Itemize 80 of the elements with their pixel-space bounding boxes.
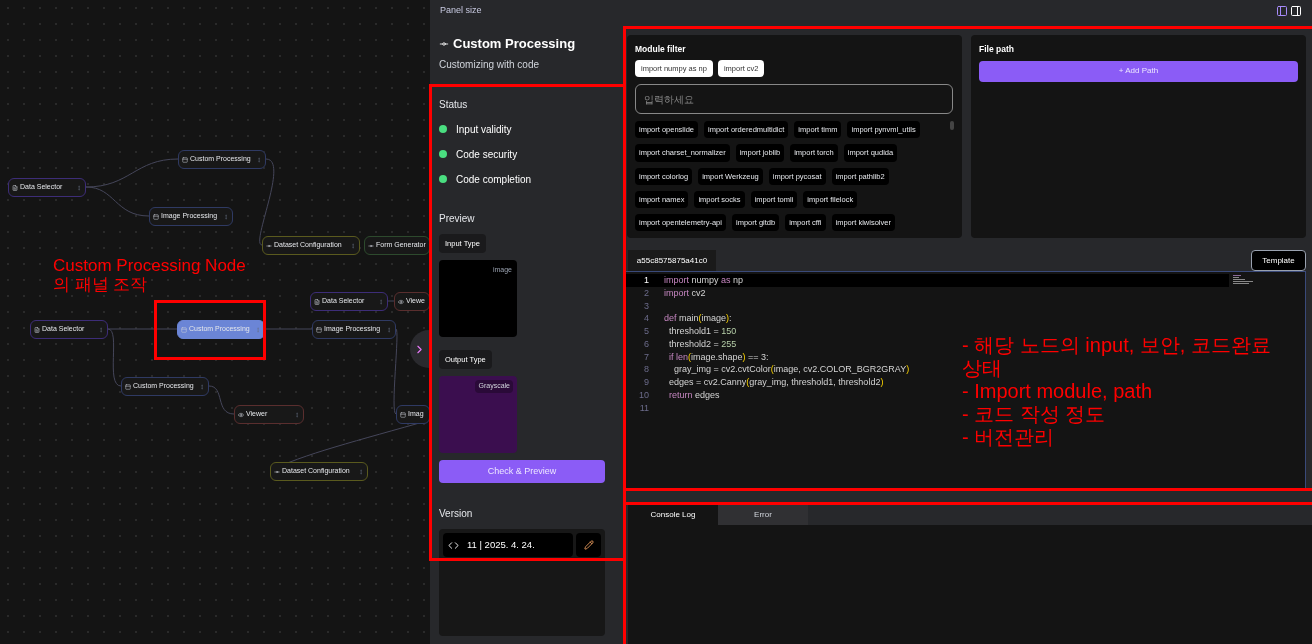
template-button[interactable]: Template [1251, 250, 1306, 271]
code-line: import cv2 [664, 286, 706, 300]
line-number: 2 [643, 286, 650, 300]
code-line: if len(image.shape) == 3: [668, 350, 769, 364]
line-number: 1 [643, 274, 650, 287]
node-type-icon [238, 411, 244, 418]
code-line: gray_img = cv2.cvtColor(image, cv2.COLOR_BGR2GRAY) [673, 363, 910, 376]
version-selector[interactable]: 11 | 2025. 4. 24. [443, 533, 573, 557]
annotation-text: - 버전관리 [962, 426, 1056, 449]
console-tab[interactable]: Error [718, 505, 808, 525]
node-type-icon [12, 184, 18, 191]
annotation-text: Custom Processing Node의 패널 조작 [53, 256, 247, 294]
node-menu-icon[interactable] [358, 468, 364, 475]
node-type-icon [182, 156, 188, 163]
node-type-icon [274, 468, 280, 475]
connector-line [208, 385, 235, 415]
line-number: 10 [638, 388, 650, 402]
line-number: 11 [638, 401, 650, 415]
panel-size-label: Panel size [440, 4, 482, 18]
section-title: Status [439, 97, 469, 112]
status-label: Code security [456, 147, 518, 162]
node-type-icon [400, 411, 406, 418]
node-type-icon [34, 326, 40, 333]
node-menu-icon[interactable] [76, 184, 82, 191]
add-path-button[interactable]: + Add Path [979, 60, 1298, 82]
node-type-icon [125, 383, 131, 390]
line-number: 9 [643, 376, 650, 389]
line-number: 5 [643, 325, 650, 338]
node-menu-icon[interactable] [350, 242, 356, 249]
panel-subtitle: Customizing with code [439, 57, 541, 72]
annotation-text: - Import module, path [962, 380, 1154, 403]
annotation-text: - 코드 작성 정도 [962, 403, 1107, 426]
code-line: def main(image): [664, 312, 732, 325]
node-menu-icon[interactable] [294, 411, 300, 418]
node-type-icon [181, 326, 187, 333]
connector-line [264, 328, 313, 330]
status-label: Input validity [456, 122, 512, 137]
node-type-icon [266, 242, 272, 249]
version-text: 11 | 2025. 4. 24. [467, 537, 535, 552]
line-number: 7 [643, 350, 650, 364]
node-type-icon [398, 298, 404, 305]
section-title: Version [439, 507, 474, 521]
code-line: edges = cv2.Canny(gray_img, threshold1, threshold2) [668, 376, 884, 389]
pencil-icon [583, 540, 594, 550]
code-line: threshold1 = 150 [668, 325, 737, 338]
card-title: File path [979, 43, 1015, 56]
console-tab[interactable]: Console Log [628, 505, 718, 525]
node-menu-icon[interactable] [378, 298, 384, 305]
module-search-field[interactable]: 입력하세요 [635, 84, 953, 114]
panel-title: Custom Processing [453, 35, 576, 53]
node-menu-icon[interactable] [223, 213, 229, 220]
node-menu-icon[interactable] [256, 156, 262, 163]
code-editor[interactable] [625, 271, 1306, 491]
annotation-text: - 해당 노드의 input, 보안, 코드완료상태 [962, 334, 1272, 380]
check-preview-button[interactable]: Check & Preview [439, 460, 605, 483]
connector-line [387, 300, 395, 302]
status-label: Code completion [456, 172, 532, 187]
section-title: Preview [439, 211, 476, 226]
line-number: 3 [643, 299, 650, 313]
code-line: import numpy as np [664, 274, 744, 287]
edit-version-button[interactable] [576, 533, 601, 557]
line-number: 6 [643, 337, 650, 351]
node-menu-icon[interactable] [255, 326, 261, 333]
node-menu-icon[interactable] [98, 326, 104, 333]
line-number: 8 [643, 363, 650, 376]
node-menu-icon[interactable] [386, 326, 392, 333]
node-type-icon [153, 213, 159, 220]
card-title: Module filter [635, 43, 687, 56]
code-line: return edges [668, 388, 720, 402]
panel-left-icon[interactable] [1276, 5, 1288, 17]
scrollbar-thumb[interactable] [950, 121, 954, 130]
code-line: threshold2 = 255 [668, 337, 737, 351]
line-number: 4 [643, 312, 650, 325]
panel-right-icon[interactable] [1290, 5, 1302, 17]
node-menu-icon[interactable] [199, 383, 205, 390]
node-type-icon [368, 242, 374, 249]
node-type-icon [316, 326, 322, 333]
code-icon [448, 539, 459, 551]
editor-tab[interactable]: a55c8575875a41c0 [628, 250, 716, 271]
node-type-icon [314, 298, 320, 305]
